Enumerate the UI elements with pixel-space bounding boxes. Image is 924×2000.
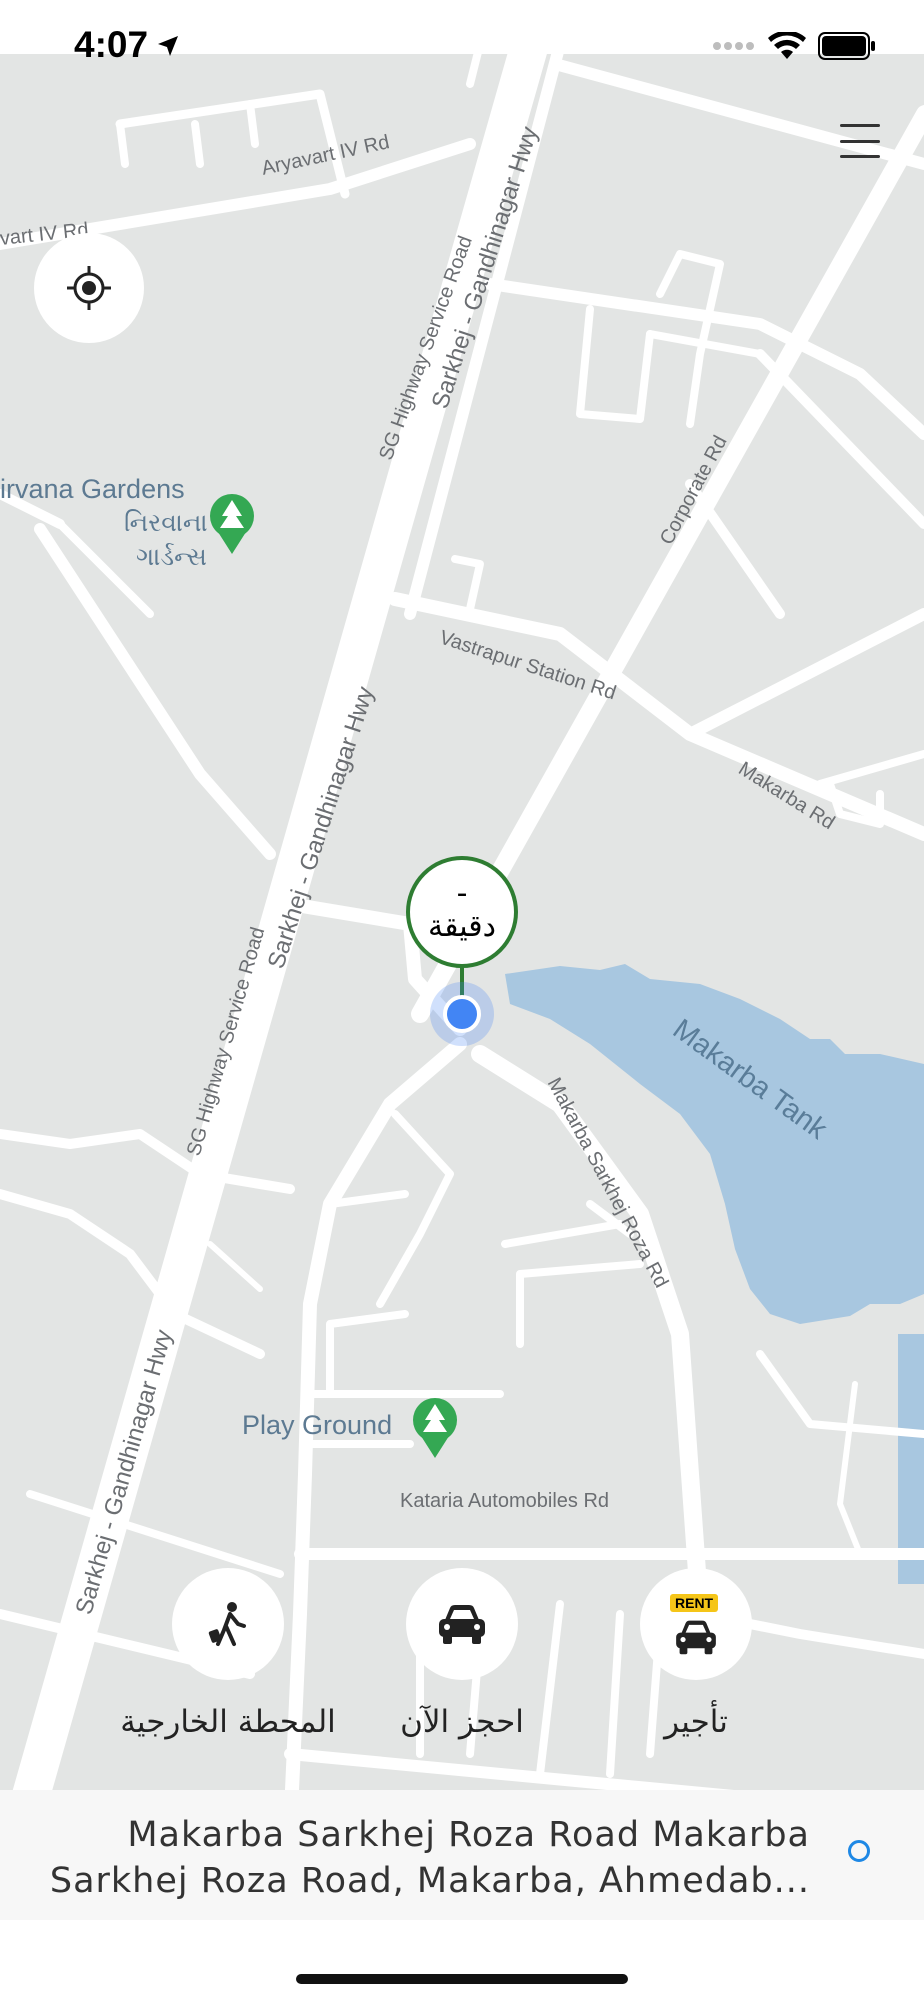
menu-button[interactable] — [840, 124, 880, 158]
outstation-action[interactable]: المحطة الخارجية — [113, 1568, 343, 1740]
rent-label: تأجير — [664, 1704, 728, 1740]
status-time: 4:07 — [74, 24, 149, 65]
crosshair-icon — [67, 266, 111, 310]
eta-value: - — [456, 876, 468, 911]
pickup-address-line-2: Sarkhej Roza Road, Makarba, Ahmedab... — [49, 1861, 810, 1901]
pickup-indicator-icon — [848, 1840, 870, 1862]
poi-label-playground: Play Ground — [242, 1410, 393, 1440]
cellular-signal-icon — [712, 39, 756, 58]
menu-icon-bar-1 — [840, 124, 880, 127]
status-icons — [712, 30, 876, 65]
menu-icon-bar-3 — [840, 155, 880, 158]
book-now-label: احجز الآن — [400, 1704, 524, 1740]
rent-action[interactable]: RENT تأجير — [581, 1568, 811, 1740]
bottom-safe-area — [0, 1920, 924, 2000]
poi-label-gardens-gujarati-2: ગાર્ડન્સ — [136, 542, 207, 571]
rent-badge: RENT — [670, 1594, 719, 1612]
outstation-label: المحطة الخارجية — [120, 1704, 336, 1740]
rent-button[interactable]: RENT — [640, 1568, 752, 1680]
user-location-dot — [443, 995, 481, 1033]
my-location-button[interactable] — [34, 233, 144, 343]
location-arrow-icon — [156, 34, 180, 63]
rent-car-icon — [676, 1620, 716, 1655]
book-now-button[interactable] — [406, 1568, 518, 1680]
home-indicator[interactable] — [296, 1974, 628, 1984]
poi-park-pin-1 — [210, 494, 254, 554]
car-icon — [439, 1605, 485, 1644]
status-bar: 4:07 — [0, 0, 924, 65]
wifi-icon — [768, 30, 806, 65]
poi-label-gardens-gujarati-1: નિરવાના — [124, 508, 208, 537]
battery-icon — [818, 32, 876, 65]
traveler-icon — [208, 1602, 246, 1646]
eta-unit: دقيقة — [427, 909, 496, 944]
pickup-address-bar[interactable]: Makarba Sarkhej Roza Road Makarba Sarkhe… — [0, 1790, 924, 1920]
poi-label-gardens: irvana Gardens — [0, 474, 185, 504]
poi-park-pin-2 — [413, 1398, 457, 1458]
menu-icon-bar-2 — [840, 139, 880, 143]
pickup-address-line-1: Makarba Sarkhej Roza Road Makarba — [127, 1815, 810, 1855]
book-now-action[interactable]: احجز الآن — [347, 1568, 577, 1740]
outstation-button[interactable] — [172, 1568, 284, 1680]
street-label-kataria: Kataria Automobiles Rd — [400, 1490, 610, 1512]
water-body-2 — [898, 1334, 924, 1584]
eta-bubble[interactable]: - دقيقة — [406, 856, 518, 968]
pickup-address[interactable]: Makarba Sarkhej Roza Road Makarba Sarkhe… — [30, 1812, 810, 1904]
